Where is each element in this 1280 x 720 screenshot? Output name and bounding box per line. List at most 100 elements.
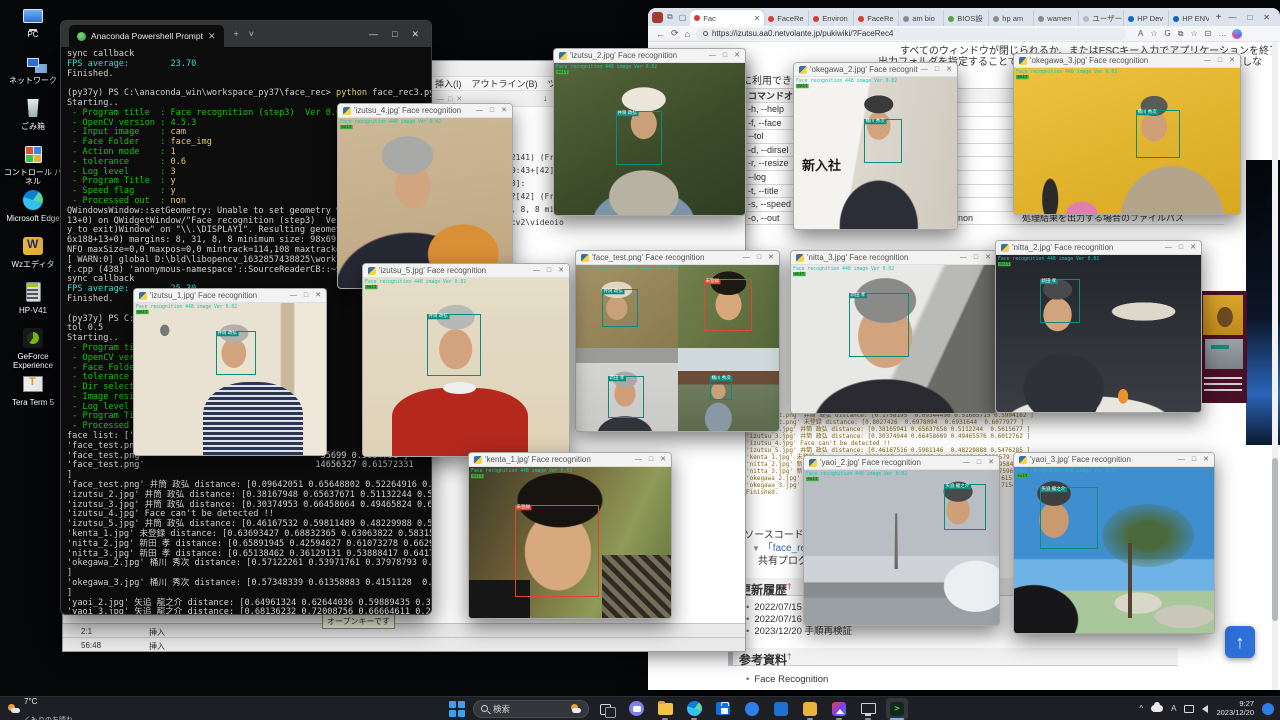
minimize-button[interactable]: — xyxy=(476,104,483,118)
desktop-icon-control[interactable]: コントロール パネル xyxy=(2,142,64,186)
browser-tab[interactable]: wamen xyxy=(1034,11,1079,26)
close-button[interactable]: ✕ xyxy=(501,104,507,118)
browser-tab[interactable]: FaceRe xyxy=(764,11,809,26)
close-button[interactable]: ✕ xyxy=(411,29,419,40)
toolbar-icon[interactable]: ⧉ xyxy=(1178,29,1184,39)
desktop-icon-recycle[interactable]: ごみ箱 xyxy=(2,96,64,131)
browser-tab[interactable]: FaceRe xyxy=(854,11,899,26)
close-button[interactable]: ✕ xyxy=(988,456,994,470)
minimize-button[interactable]: — xyxy=(921,63,928,77)
minimize-button[interactable]: — xyxy=(290,289,297,303)
close-button[interactable]: ✕ xyxy=(315,289,321,303)
minimize-button[interactable]: — xyxy=(369,29,378,40)
maximize-button[interactable]: □ xyxy=(448,96,456,103)
taskbar-app-microsoft-edge[interactable] xyxy=(683,698,705,720)
console-titlebar[interactable]: Anaconda Powershell Prompt ✕ + ˅ — □ ✕ xyxy=(61,21,431,47)
workspaces-icon[interactable]: ⧉ xyxy=(665,12,675,22)
maximize-button[interactable]: □ xyxy=(977,456,981,470)
titlebar[interactable]: 'kenta_1.jpg' Face recognition—□✕ xyxy=(469,453,671,467)
maximize-button[interactable]: □ xyxy=(547,264,551,278)
titlebar[interactable]: 'izutsu_4.jpg' Face recognition—□✕ xyxy=(338,104,512,118)
maximize-button[interactable]: □ xyxy=(935,63,939,77)
titlebar[interactable]: 'okegawa_3.jpg' Face recognition—□✕ xyxy=(1014,54,1240,68)
browser-tab[interactable]: am bio xyxy=(899,11,944,26)
maximize-button[interactable]: □ xyxy=(974,251,978,265)
window-okegawa2[interactable]: 'okegawa_2.jpg' Face recognition—□✕ Face… xyxy=(793,62,958,230)
desktop-icon-wz[interactable]: Wzエディタ xyxy=(2,234,64,269)
maximize-button[interactable]: □ xyxy=(392,29,397,40)
maximize-button[interactable]: □ xyxy=(723,49,727,63)
browser-tab[interactable]: Environ xyxy=(809,11,854,26)
desktop-icon-teraterm[interactable]: Tera Term 5 xyxy=(2,372,64,407)
ime-indicator[interactable]: A xyxy=(1171,704,1176,713)
console-tab[interactable]: Anaconda Powershell Prompt ✕ xyxy=(69,25,224,47)
titlebar[interactable]: 'yaoi_3.jpg' Face recognition—□✕ xyxy=(1014,453,1214,467)
window-izutsu5[interactable]: 'izutsu_5.jpg' Face recognition—□✕ Face … xyxy=(362,263,570,457)
maximize-button[interactable]: □ xyxy=(490,104,494,118)
minimize-button[interactable]: — xyxy=(437,96,448,103)
titlebar[interactable]: 'nitta_2.jpg' Face recognition—□✕ xyxy=(996,241,1201,255)
close-button[interactable]: ✕ xyxy=(768,251,774,265)
window-yaoi3[interactable]: 'yaoi_3.jpg' Face recognition—□✕ Face re… xyxy=(1013,452,1215,634)
maximize-button[interactable]: □ xyxy=(757,251,761,265)
window-facetest[interactable]: 'face_test.png' Face recognition—□✕ Face… xyxy=(575,250,780,432)
minimize-button[interactable]: — xyxy=(960,251,967,265)
reference-link[interactable]: Face Recognition xyxy=(746,674,828,686)
minimize-button[interactable]: — xyxy=(1204,54,1211,68)
desktop-icon-geforce[interactable]: GeForce Experience xyxy=(2,326,64,370)
maximize-button[interactable]: □ xyxy=(1218,54,1222,68)
titlebar[interactable]: 'izutsu_1.jpg' Face recognition—□✕ xyxy=(134,289,326,303)
close-button[interactable]: ✕ xyxy=(660,453,666,467)
hidden-icons-chevron[interactable]: ^ xyxy=(1139,704,1143,713)
close-button[interactable]: ✕ xyxy=(1203,453,1209,467)
maximize-button[interactable]: □ xyxy=(649,453,653,467)
taskbar-app-chat[interactable] xyxy=(625,698,647,720)
titlebar[interactable]: 'yaoi_2.jpg' Face recognition—□✕ xyxy=(804,456,999,470)
close-button[interactable]: ✕ xyxy=(456,96,466,103)
tab-close-icon[interactable]: ✕ xyxy=(754,14,761,23)
toolbar-icon[interactable]: G xyxy=(1165,29,1171,39)
clock[interactable]: 9:27 2023/12/20 xyxy=(1216,700,1254,717)
maximize-button[interactable]: □ xyxy=(1179,241,1183,255)
taskbar-app-terminal[interactable]: > xyxy=(886,698,908,720)
titlebar[interactable]: 'face_test.png' Face recognition—□✕ xyxy=(576,251,779,265)
taskbar-app-display-cast[interactable] xyxy=(857,698,879,720)
close-button[interactable]: ✕ xyxy=(985,251,991,265)
window-okegawa3[interactable]: 'okegawa_3.jpg' Face recognition—□✕ Face… xyxy=(1013,53,1241,215)
browser-tab[interactable]: HP Dev xyxy=(1124,11,1169,26)
toolbar-icon[interactable]: A xyxy=(1138,29,1143,39)
titlebar[interactable]: 'nitta_3.jpg' Face recognition—□✕ xyxy=(791,251,996,265)
close-button[interactable]: ✕ xyxy=(734,49,740,63)
minimize-button[interactable]: — xyxy=(635,453,642,467)
minimize-button[interactable]: — xyxy=(709,49,716,63)
notification-badge[interactable] xyxy=(1262,703,1274,715)
toolbar-icon[interactable]: … xyxy=(1218,29,1226,39)
weather-widget[interactable]: 7°C くもりのち晴れ xyxy=(8,691,73,720)
menu-item[interactable]: 挿入(I) xyxy=(435,77,462,90)
volume-icon[interactable] xyxy=(1202,705,1208,713)
window-izutsu2[interactable]: 'izutsu_2.jpg' Face recognition—□✕ Face … xyxy=(553,48,746,216)
close-button[interactable]: ✕ xyxy=(1263,13,1270,22)
scrollbar-thumb[interactable] xyxy=(1272,458,1278,621)
minimize-button[interactable]: — xyxy=(533,264,540,278)
back-icon[interactable]: ← xyxy=(656,29,665,39)
copilot-icon[interactable] xyxy=(1232,29,1242,39)
site-info-icon[interactable] xyxy=(703,31,708,36)
titlebar[interactable]: 'izutsu_2.jpg' Face recognition—□✕ xyxy=(554,49,745,63)
minimize-button[interactable]: — xyxy=(743,251,750,265)
window-yaoi2[interactable]: 'yaoi_2.jpg' Face recognition—□✕ Face re… xyxy=(803,455,1000,626)
desktop-icon-network[interactable]: ネットワーク xyxy=(2,50,64,85)
window-kenta1[interactable]: 'kenta_1.jpg' Face recognition—□✕ Face r… xyxy=(468,452,672,619)
close-button[interactable]: ✕ xyxy=(1190,241,1196,255)
maximize-button[interactable]: □ xyxy=(1192,453,1196,467)
window-nitta3[interactable]: 'nitta_3.jpg' Face recognition—□✕ Face r… xyxy=(790,250,997,414)
start-button[interactable] xyxy=(448,700,466,718)
titlebar[interactable]: 'izutsu_5.jpg' Face recognition—□✕ xyxy=(363,264,569,278)
toolbar-icon[interactable]: ☆ xyxy=(1150,29,1157,39)
browser-tab[interactable]: HP ENV xyxy=(1169,11,1208,26)
tab-dropdown-icon[interactable]: ˅ xyxy=(249,29,254,39)
minimize-button[interactable]: — xyxy=(1228,13,1236,22)
search-box[interactable]: 検索 xyxy=(473,700,589,718)
taskbar-app-remote-app[interactable] xyxy=(770,698,792,720)
maximize-button[interactable]: □ xyxy=(1247,13,1252,22)
